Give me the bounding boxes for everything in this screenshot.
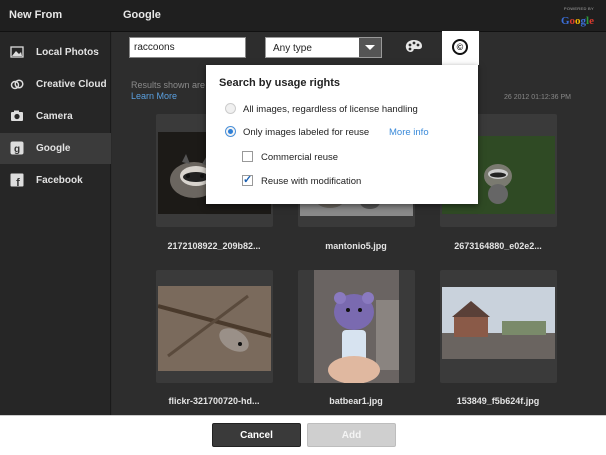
reuse-modification-checkbox[interactable] xyxy=(242,173,253,186)
google-icon: g xyxy=(10,141,24,155)
result-caption: 2172108922_209b82... xyxy=(167,241,261,251)
facebook-icon: f xyxy=(10,173,24,187)
labeled-reuse-label[interactable]: Only images labeled for reuse xyxy=(243,127,369,138)
result-thumbnail xyxy=(314,270,399,383)
sidebar-item-facebook[interactable]: f Facebook xyxy=(0,165,111,196)
sidebar-item-label: Google xyxy=(36,143,71,154)
commercial-reuse-label[interactable]: Commercial reuse xyxy=(261,152,338,163)
commercial-reuse-checkbox[interactable] xyxy=(242,151,253,162)
result-caption: mantonio5.jpg xyxy=(325,241,387,251)
labeled-reuse-radio[interactable] xyxy=(225,126,236,137)
sidebar-item-creative-cloud[interactable]: Creative Cloud xyxy=(0,69,111,100)
result-tile[interactable] xyxy=(156,270,273,383)
camera-icon xyxy=(11,110,23,121)
popup-title: Search by usage rights xyxy=(219,77,341,89)
results-note: Results shown are xyxy=(131,80,206,90)
sidebar-item-label: Facebook xyxy=(36,175,83,186)
all-images-radio[interactable] xyxy=(225,103,236,114)
sidebar-item-label: Local Photos xyxy=(36,47,99,58)
sidebar-item-google[interactable]: g Google xyxy=(0,133,111,164)
usage-rights-popup: Search by usage rights All images, regar… xyxy=(206,65,478,204)
sidebar-item-label: Creative Cloud xyxy=(36,79,107,90)
result-thumbnail xyxy=(158,286,271,371)
image-icon xyxy=(10,46,24,58)
svg-text:f: f xyxy=(16,177,20,187)
more-info-link[interactable]: More info xyxy=(389,127,429,138)
source-title: Google xyxy=(123,9,161,21)
date-text: 26 2012 01:12:36 PM xyxy=(504,94,571,101)
result-caption: 153849_f5b624f.jpg xyxy=(456,396,540,406)
svg-text:g: g xyxy=(14,144,20,155)
cancel-button[interactable]: Cancel xyxy=(212,423,301,447)
add-button[interactable]: Add xyxy=(307,423,396,447)
powered-by-google-logo: POWERED BY Google xyxy=(560,6,594,27)
palette-icon[interactable] xyxy=(404,38,424,56)
result-tile[interactable] xyxy=(298,270,415,383)
usage-rights-button[interactable]: © xyxy=(442,31,479,65)
chevron-down-icon[interactable] xyxy=(359,38,381,57)
learn-more-link[interactable]: Learn More xyxy=(131,91,177,101)
result-caption: 2673164880_e02e2... xyxy=(454,241,542,251)
creative-cloud-icon xyxy=(10,79,24,90)
dialog-title: New From xyxy=(9,9,63,21)
result-tile[interactable] xyxy=(440,270,557,383)
sidebar-item-local-photos[interactable]: Local Photos xyxy=(0,37,111,68)
sidebar-item-label: Camera xyxy=(36,111,73,122)
search-input[interactable] xyxy=(129,37,246,58)
image-type-dropdown[interactable]: Any type xyxy=(265,37,382,58)
result-caption: batbear1.jpg xyxy=(329,396,383,406)
title-bar: New From Google POWERED BY Google xyxy=(0,0,606,32)
sidebar-item-camera[interactable]: Camera xyxy=(0,101,111,132)
creative-commons-icon: © xyxy=(452,39,468,55)
result-thumbnail xyxy=(442,287,555,359)
image-type-value: Any type xyxy=(273,43,312,54)
result-caption: flickr-321700720-hd... xyxy=(168,396,260,406)
dialog-footer: Cancel Add xyxy=(0,415,606,455)
reuse-modification-label[interactable]: Reuse with modification xyxy=(261,176,361,187)
sidebar: Local Photos Creative Cloud Camera g Goo… xyxy=(0,32,111,415)
all-images-label[interactable]: All images, regardless of license handli… xyxy=(243,104,418,115)
